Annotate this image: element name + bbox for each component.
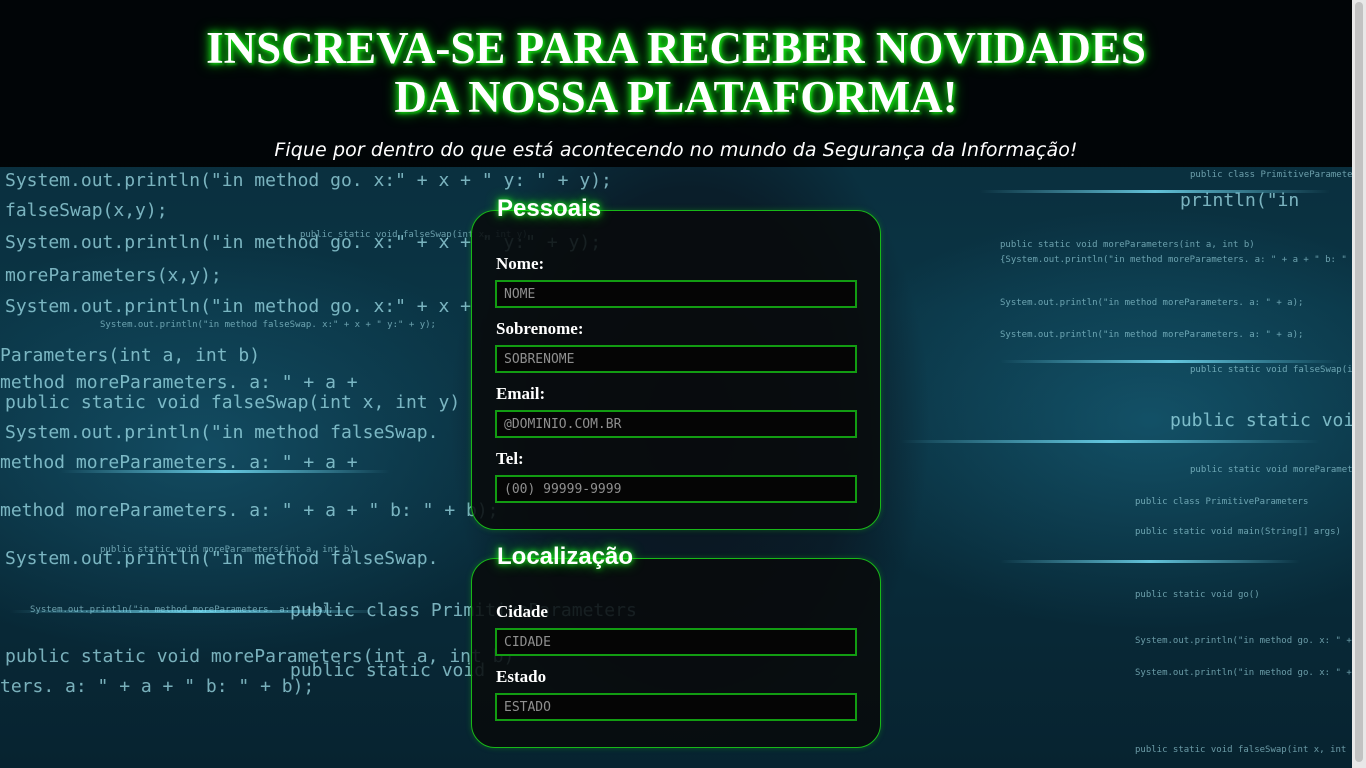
page-title: INSCREVA-SE PARA RECEBER NOVIDADES DA NO… (0, 0, 1352, 122)
page-scrollbar-thumb[interactable] (1355, 2, 1363, 762)
sobrenome-input[interactable] (495, 345, 857, 373)
email-label: Email: (496, 384, 546, 403)
fieldset-pessoais-legend: Pessoais (497, 195, 602, 222)
nome-input[interactable] (495, 280, 857, 308)
tel-label: Tel: (496, 449, 524, 468)
email-input[interactable] (495, 410, 857, 438)
fieldset-localizacao: Localização Cidade Estado (471, 543, 881, 748)
header-banner: INSCREVA-SE PARA RECEBER NOVIDADES DA NO… (0, 0, 1352, 167)
sobrenome-label: Sobrenome: (496, 319, 584, 338)
page-title-line2: DA NOSSA PLATAFORMA! (394, 72, 958, 122)
estado-input[interactable] (495, 693, 857, 721)
estado-label: Estado (496, 667, 547, 686)
fieldset-localizacao-legend: Localização (497, 543, 634, 570)
fieldset-pessoais: Pessoais Nome: Sobrenome: Email: Tel: (471, 195, 881, 530)
cidade-input[interactable] (495, 628, 857, 656)
page-subtitle: Fique por dentro do que está acontecendo… (274, 139, 1078, 161)
cidade-label: Cidade (496, 602, 548, 621)
page-scrollbar[interactable] (1352, 0, 1366, 768)
tel-input[interactable] (495, 475, 857, 503)
nome-label: Nome: (496, 254, 545, 273)
page-title-line1: INSCREVA-SE PARA RECEBER NOVIDADES (206, 23, 1146, 73)
